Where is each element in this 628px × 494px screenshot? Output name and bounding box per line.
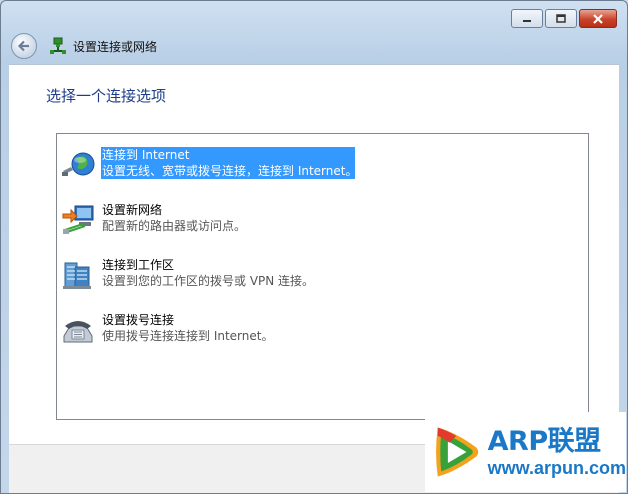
back-button[interactable]	[11, 33, 37, 59]
option-text: 连接到工作区 设置到您的工作区的拨号或 VPN 连接。	[102, 257, 314, 289]
window-controls	[511, 9, 617, 28]
option-title: 连接到 Internet	[102, 148, 190, 162]
minimize-button[interactable]	[511, 9, 543, 28]
network-setup-icon	[62, 205, 94, 234]
maximize-icon	[556, 14, 566, 23]
close-button[interactable]	[579, 9, 617, 28]
watermark-url: www.arpun.com	[487, 458, 626, 478]
content-area: 选择一个连接选项 连接到 Internet 设置无线、宽带或拨号连接，连接到 I…	[9, 64, 619, 445]
option-title: 设置拨号连接	[102, 313, 175, 327]
option-text: 设置新网络 配置新的路由器或访问点。	[102, 202, 246, 234]
connection-options-list[interactable]: 连接到 Internet 设置无线、宽带或拨号连接，连接到 Internet。 …	[56, 133, 589, 420]
option-description: 设置无线、宽带或拨号连接，连接到 Internet。	[102, 164, 358, 178]
option-description: 使用拨号连接连接到 Internet。	[102, 329, 274, 343]
option-title: 连接到工作区	[102, 258, 175, 272]
dialup-phone-icon	[63, 321, 93, 343]
option-connect-workplace[interactable]: 连接到工作区 设置到您的工作区的拨号或 VPN 连接。	[61, 257, 361, 293]
page-heading: 选择一个连接选项	[46, 87, 167, 105]
option-dialup[interactable]: 设置拨号连接 使用拨号连接连接到 Internet。	[61, 312, 361, 348]
workplace-icon	[63, 262, 91, 289]
option-text: 设置拨号连接 使用拨号连接连接到 Internet。	[102, 312, 273, 344]
minimize-icon	[523, 19, 531, 22]
watermark-brand: ARP联盟	[487, 426, 601, 457]
option-description: 配置新的路由器或访问点。	[102, 219, 247, 233]
option-text: 连接到 Internet 设置无线、宽带或拨号连接，连接到 Internet。	[101, 147, 358, 179]
navigation-bar: 设置连接或网络	[11, 32, 627, 60]
close-icon	[593, 13, 603, 24]
watermark: ARP联盟 www.arpun.com	[425, 412, 626, 492]
option-title: 设置新网络	[102, 203, 163, 217]
option-new-network[interactable]: 设置新网络 配置新的路由器或访问点。	[61, 202, 361, 238]
option-description: 设置到您的工作区的拨号或 VPN 连接。	[102, 274, 315, 288]
maximize-button[interactable]	[545, 9, 577, 28]
option-connect-internet[interactable]: 连接到 Internet 设置无线、宽带或拨号连接，连接到 Internet。	[61, 147, 361, 183]
arp-play-logo-icon	[436, 427, 479, 477]
globe-icon	[62, 152, 95, 176]
back-arrow-icon	[17, 40, 29, 52]
network-icon	[50, 37, 66, 54]
window-title: 设置连接或网络	[73, 39, 158, 54]
